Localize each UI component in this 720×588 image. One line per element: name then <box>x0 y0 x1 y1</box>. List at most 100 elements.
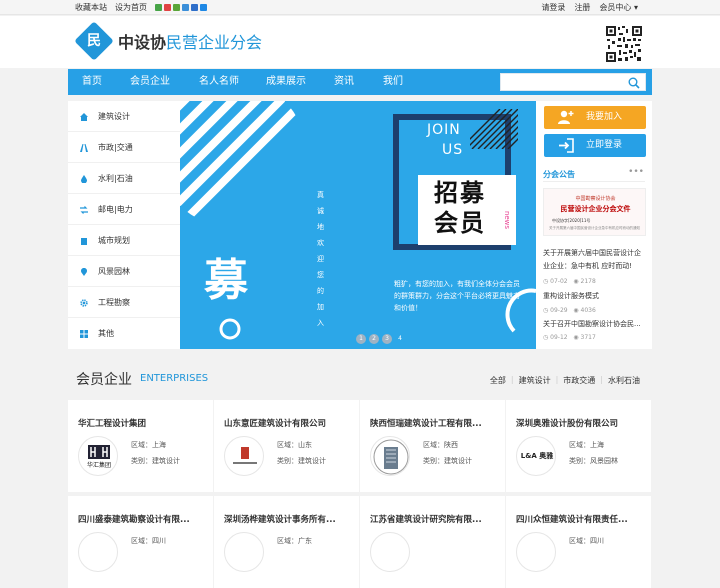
member-name: 江苏省建筑设计研究院有限... <box>370 515 482 525</box>
nav-home[interactable]: 首页 <box>82 69 102 95</box>
filter-architecture[interactable]: 建筑设计 <box>519 375 551 386</box>
member-card[interactable]: 深圳奥雅设计股份有限公司 L&A 奥雅 区域：上海 类别：风景园林 <box>506 400 651 492</box>
right-panel: 我要加入 立即登录 分会公告 ••• 中国勘察设计协会 民营设计企业分会文件 中… <box>536 101 652 349</box>
member-card[interactable]: 四川众恒建筑设计有限责任... 区域：四川 <box>506 496 651 588</box>
weibo-icon[interactable] <box>164 4 171 11</box>
filter-separator: | <box>555 375 559 384</box>
nav-members[interactable]: 会员企业 <box>130 69 170 95</box>
carousel-dot[interactable]: 3 <box>382 334 392 344</box>
filter-all[interactable]: 全部 <box>490 375 506 386</box>
notice-thumb-docno: 中设协字[2020]11号 <box>552 218 591 223</box>
member-logo <box>224 436 264 476</box>
site-title: 中设协民营企业分会 <box>118 33 262 53</box>
filter-municipal[interactable]: 市政交通 <box>563 375 595 386</box>
banner-vertical-slogan: 真 诚 地 欢 迎 您 的 加 入 <box>317 187 327 331</box>
register-link[interactable]: 注册 <box>574 0 590 15</box>
member-logo: 华汇集团 <box>78 436 118 476</box>
nav-news[interactable]: 资讯 <box>334 69 354 95</box>
member-name: 深圳奥雅设计股份有限公司 <box>516 419 619 429</box>
notice-views: 4036 <box>580 307 596 314</box>
member-region: 区域：上海 <box>569 441 604 449</box>
location-pin-icon <box>81 268 87 276</box>
banner-big-char: 募 <box>204 255 248 306</box>
clock-icon: ◷ <box>543 334 549 341</box>
gear-icon <box>80 299 88 307</box>
qq-icon[interactable] <box>182 4 189 11</box>
member-card[interactable]: 陕西恒瑞建筑设计工程有限... 区域：陕西 类别：建筑设计 <box>360 400 505 492</box>
banner-description: 粗犷，有您的加入，有我们全体分会会员的群策群力，分会这个平台必将更具魅力和价值！ <box>394 280 520 312</box>
sidebar-item-telecom[interactable]: 邮电|电力 <box>68 194 180 225</box>
exchange-icon <box>80 206 88 214</box>
member-region: 区域：陕西 <box>423 441 458 449</box>
clock-icon: ◷ <box>543 278 549 285</box>
member-name: 四川众恒建筑设计有限责任... <box>516 515 628 525</box>
member-category: 类别：建筑设计 <box>131 457 180 465</box>
slogan-char: 入 <box>317 319 324 327</box>
notice-date: 09-12 <box>550 334 568 341</box>
login-button[interactable]: 立即登录 <box>544 134 646 157</box>
filter-separator: | <box>600 375 603 384</box>
sidebar-item-architecture[interactable]: 建筑设计 <box>68 101 180 132</box>
clock-icon: ◷ <box>543 307 549 314</box>
member-card[interactable]: 深圳汤桦建筑设计事务所有... 区域：广东 <box>214 496 359 588</box>
member-card[interactable]: 四川盛泰建筑勘察设计有限... 区域：四川 <box>68 496 213 588</box>
sidebar-item-label: 水利|石油 <box>98 174 133 183</box>
search-input[interactable] <box>500 73 646 91</box>
sidebar-item-municipal[interactable]: 市政|交通 <box>68 132 180 163</box>
notice-link[interactable]: 重构设计服务模式 <box>543 290 647 303</box>
sidebar-item-water[interactable]: 水利|石油 <box>68 163 180 194</box>
member-name: 深圳汤桦建筑设计事务所有... <box>224 515 336 525</box>
notice-link[interactable]: 关于开展第六届中国民营设计企业企业：急中有机 应时而动! <box>543 247 647 273</box>
notice-more-icon[interactable]: ••• <box>628 167 644 177</box>
member-filters: 全部 | 建筑设计 | 市政交通 | 水利石油 <box>490 375 640 386</box>
site-title-sub: 民营企业分会 <box>166 33 263 52</box>
carousel-dot-active[interactable]: 4 <box>395 334 405 344</box>
nav-about[interactable]: 我们 <box>383 69 403 95</box>
member-logo: L&A 奥雅 <box>516 436 556 476</box>
login-link[interactable]: 请登录 <box>541 0 565 15</box>
search-icon[interactable] <box>628 77 640 89</box>
share-icon[interactable] <box>173 4 180 11</box>
member-center-menu[interactable]: 会员中心 ▾ <box>599 0 638 15</box>
notice-date: 09-29 <box>550 307 568 314</box>
member-category: 类别：建筑设计 <box>277 457 326 465</box>
nav-achievements[interactable]: 成果展示 <box>266 69 306 95</box>
member-category: 类别：建筑设计 <box>423 457 472 465</box>
sidebar-item-landscape[interactable]: 风景园林 <box>68 256 180 287</box>
notice-link[interactable]: 关于召开中国勘察设计协会民... <box>543 318 647 331</box>
filter-water[interactable]: 水利石油 <box>608 375 640 386</box>
hero-banner[interactable]: JOIN US 招募 会员 news 真 诚 地 欢 迎 您 的 加 入 募 粗… <box>180 101 536 349</box>
add-user-icon <box>558 110 574 124</box>
notice-thumbnail[interactable]: 中国勘察设计协会 民营设计企业分会文件 中设协字[2020]11号 关于开展第六… <box>543 188 646 236</box>
building-icon <box>81 238 87 245</box>
wechat-icon[interactable] <box>155 4 162 11</box>
slogan-char: 加 <box>317 303 324 311</box>
sidebar-item-planning[interactable]: 城市规划 <box>68 225 180 256</box>
sidebar-item-label: 其他 <box>98 329 114 338</box>
member-region: 区域：四川 <box>131 537 166 545</box>
member-center-label: 会员中心 <box>599 3 632 12</box>
bookmark-link[interactable]: 收藏本站 <box>75 0 107 15</box>
member-name: 山东意匠建筑设计有限公司 <box>224 419 327 429</box>
douban-icon[interactable] <box>200 4 207 11</box>
carousel-dot[interactable]: 2 <box>369 334 379 344</box>
member-logo-text: L&A 奥雅 <box>520 452 554 460</box>
sidebar-item-other[interactable]: 其他 <box>68 318 180 349</box>
member-region: 区域：山东 <box>277 441 312 449</box>
member-card[interactable]: 山东意匠建筑设计有限公司 区域：山东 类别：建筑设计 <box>214 400 359 492</box>
renren-icon[interactable] <box>191 4 198 11</box>
member-logo <box>78 532 118 572</box>
sidebar-item-label: 城市规划 <box>98 236 130 245</box>
join-button[interactable]: 我要加入 <box>544 106 646 129</box>
slogan-char: 真 <box>317 191 324 199</box>
nav-celebrities[interactable]: 名人名师 <box>199 69 239 95</box>
carousel-dot[interactable]: 1 <box>356 334 366 344</box>
member-card[interactable]: 江苏省建筑设计研究院有限... <box>360 496 505 588</box>
banner-member-text: 会员 <box>434 209 486 237</box>
set-home-link[interactable]: 设为首页 <box>115 0 147 15</box>
sidebar-item-label: 市政|交通 <box>98 143 133 152</box>
yijiang-logo-icon <box>233 447 257 464</box>
member-card[interactable]: 华汇工程设计集团 华汇集团 区域：上海 类别：建筑设计 <box>68 400 213 492</box>
sidebar-item-survey[interactable]: 工程勘察 <box>68 287 180 318</box>
notice-thumb-org: 中国勘察设计协会 <box>575 196 616 202</box>
